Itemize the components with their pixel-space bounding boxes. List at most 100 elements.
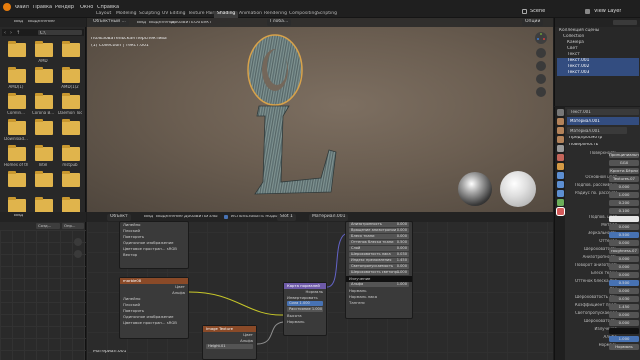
bsdf-input-row[interactable]: Слой 0.000 — [349, 246, 409, 251]
scene-selector[interactable]: Scene — [530, 9, 545, 14]
folder-item[interactable]: mstpub — [58, 144, 84, 169]
options-dropdown[interactable]: Опции — [522, 19, 544, 26]
folder-item[interactable]: Corona B... — [31, 92, 57, 117]
menu-render[interactable]: Рендер — [55, 5, 74, 10]
normal-map-node[interactable]: Карта нормалей Нормаль Инвертировать Сил… — [283, 282, 327, 336]
view-layer-tab-icon[interactable] — [556, 136, 564, 143]
folder-item[interactable]: Intel — [31, 144, 57, 169]
image-editor-canvas[interactable] — [0, 230, 86, 360]
tab-layout[interactable]: Layout — [93, 11, 114, 18]
fb-menu-view[interactable]: Вид — [14, 20, 23, 25]
surface-section-header[interactable]: Поверхность — [569, 143, 598, 147]
property-value-field[interactable]: 0.000 — [609, 320, 639, 326]
property-value-field[interactable]: 0.000 — [609, 288, 639, 294]
folder-item[interactable] — [31, 170, 57, 195]
back-arrow-icon[interactable]: ‹ — [4, 30, 6, 36]
camera-view-icon[interactable] — [536, 74, 546, 84]
folder-item[interactable] — [4, 170, 30, 195]
particles-tab-icon[interactable] — [556, 181, 564, 188]
bsdf-input-row[interactable]: Шероховатость светопр... 0.000 — [349, 270, 409, 275]
modifiers-tab-icon[interactable] — [556, 172, 564, 179]
object-name-field[interactable]: Текст.001 — [567, 109, 639, 115]
object-mode-dropdown[interactable]: Объектный ... — [90, 19, 129, 26]
folder-item[interactable] — [4, 40, 30, 65]
bsdf-input-row[interactable]: Оттенок блеска ткани 0.500 — [349, 240, 409, 245]
image-open-button[interactable]: Опр... — [62, 223, 84, 229]
zoom-icon[interactable] — [536, 48, 546, 58]
vector-socket[interactable]: Вектор — [120, 252, 188, 258]
pan-hand-icon[interactable] — [536, 61, 546, 71]
menu-window[interactable]: Окно — [80, 5, 93, 10]
perspective-toggle-icon[interactable] — [536, 87, 546, 97]
property-value-field[interactable]: Кристи.Бёрли — [609, 168, 639, 174]
bsdf-input-row[interactable]: Альфа 1.000 — [349, 282, 409, 287]
folder-item[interactable] — [31, 66, 57, 91]
parent-dir-icon[interactable]: ↑ — [16, 30, 20, 36]
image-file-field[interactable]: Height.01 — [206, 344, 253, 349]
property-value-field[interactable]: 0.100 — [609, 208, 639, 214]
shader-node-editor[interactable]: Объект Вид Выделение Добавить Узлы Испол… — [87, 212, 553, 360]
property-value-field[interactable]: 0.030 — [609, 296, 639, 302]
folder-item[interactable]: Download... — [4, 118, 30, 143]
physics-tab-icon[interactable] — [556, 190, 564, 197]
folder-item[interactable] — [58, 118, 84, 143]
tool-tab-icon[interactable] — [556, 109, 564, 116]
object-tab-icon[interactable] — [556, 163, 564, 170]
3d-text-object[interactable] — [237, 32, 347, 202]
bsdf-input-row[interactable]: Шероховатость лака 0.030 — [349, 252, 409, 257]
zoom-icon[interactable] — [74, 238, 82, 246]
property-value-field[interactable]: roughness.07 — [609, 248, 639, 254]
height-texture-node[interactable]: Image Texture Цвет Альфа Height.01 — [202, 325, 257, 360]
outliner-search-input[interactable] — [613, 20, 637, 25]
property-value-field[interactable]: 0.000 — [609, 264, 639, 270]
material-slot-item[interactable]: Материал.001 — [567, 117, 639, 125]
material-tab-icon[interactable] — [556, 208, 564, 215]
folder-item[interactable]: AMD(1) — [4, 66, 30, 91]
property-value-field[interactable]: 0.000 — [609, 312, 639, 318]
property-value-field[interactable]: 0.000 — [609, 240, 639, 246]
principled-bsdf-node[interactable]: Анизотропность 0.000 Вращение анизотропии 0… — [345, 221, 413, 319]
property-value-field[interactable]: 1.450 — [609, 304, 639, 310]
view-layer-selector[interactable]: View Layer — [594, 9, 621, 14]
property-value-field[interactable]: 0.000 — [609, 224, 639, 230]
folder-item[interactable] — [31, 118, 57, 143]
render-tab-icon[interactable] — [556, 118, 564, 125]
colorspace-field[interactable]: Цветовое простран... sRGB — [120, 320, 188, 326]
bsdf-input-row[interactable]: Светопропускаемость 0.000 — [349, 264, 409, 269]
vp-menu-object[interactable]: Объект — [194, 21, 212, 26]
folder-item[interactable]: Daemon Tools — [58, 92, 84, 117]
menu-file[interactable]: Файл — [15, 5, 29, 10]
property-value-field[interactable] — [609, 328, 639, 334]
material-selector[interactable]: Материал.001 — [567, 127, 627, 134]
bsdf-input-row[interactable]: Вращение анизотропии 0.000 — [349, 228, 409, 233]
blender-logo-icon[interactable] — [3, 3, 11, 11]
forward-arrow-icon[interactable]: › — [10, 30, 12, 36]
property-value-field[interactable]: 0.000 — [609, 256, 639, 262]
property-value-field[interactable]: 0.500 — [609, 232, 639, 238]
property-value-field[interactable]: 0.000 — [609, 184, 639, 190]
folder-item[interactable]: AMD — [31, 40, 57, 65]
menu-edit[interactable]: Правка — [33, 5, 52, 10]
ie-menu-view[interactable]: Вид — [14, 214, 23, 219]
bsdf-input-row[interactable]: Анизотропность 0.000 — [349, 222, 409, 227]
property-value-field[interactable]: 0.000 — [609, 272, 639, 278]
world-tab-icon[interactable] — [556, 154, 564, 161]
image-texture-node[interactable]: Линейно Плоский Повторять Одиночное изоб… — [119, 221, 189, 269]
preview-section-header[interactable]: Предпросмотр — [569, 136, 602, 140]
image-new-button[interactable]: Созд... — [36, 223, 60, 229]
folder-item[interactable]: AMD(1)2 — [58, 66, 84, 91]
distance-field[interactable]: Расстояние 1.000 — [287, 307, 323, 312]
folder-item[interactable]: Corelin... — [4, 92, 30, 117]
output-tab-icon[interactable] — [556, 127, 564, 134]
scene-tab-icon[interactable] — [556, 145, 564, 152]
pan-hand-icon[interactable] — [74, 250, 82, 258]
menu-help[interactable]: Справка — [97, 5, 119, 10]
property-value-field[interactable]: 1.000 — [609, 192, 639, 198]
tab-shading[interactable]: Shading — [214, 11, 239, 18]
fb-menu-select[interactable]: Выделение — [28, 20, 55, 25]
normal-input-socket[interactable]: Нормаль — [284, 319, 326, 325]
bsdf-input-row[interactable]: Блеск ткани 0.000 — [349, 234, 409, 239]
property-value-field[interactable]: Нормаль — [609, 344, 639, 350]
property-value-field[interactable]: GGX — [609, 160, 639, 166]
3d-viewport[interactable]: Объектный ... Вид Выделение Добавить Объ… — [87, 18, 553, 212]
